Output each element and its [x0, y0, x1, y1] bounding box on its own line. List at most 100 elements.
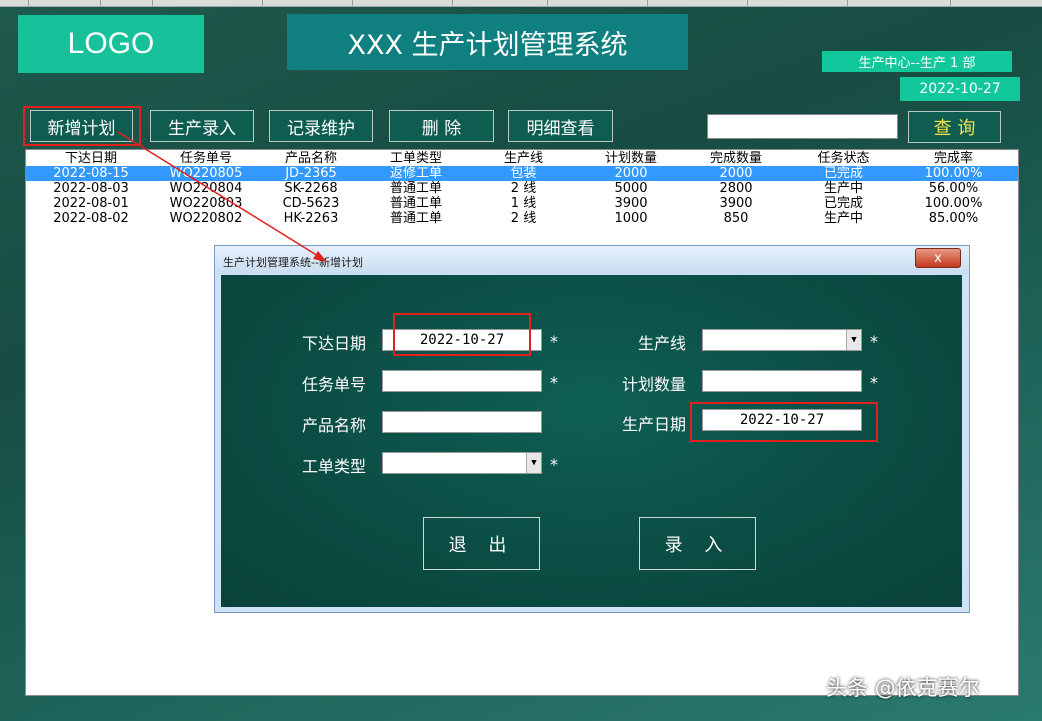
- cell: WO220805: [169, 166, 243, 181]
- new-plan-highlight: [23, 106, 141, 146]
- cell: 2 线: [510, 211, 537, 226]
- page-title: XXX 生产计划管理系统: [287, 14, 688, 70]
- production-line-label: 生产线: [638, 334, 687, 353]
- list-row[interactable]: 2022-08-01 WO220803 CD-5623 普通工单 1 线 390…: [26, 196, 1018, 211]
- watermark: 头条 @依克赛尔: [826, 676, 980, 700]
- column-divider: [950, 0, 951, 6]
- list-row[interactable]: 2022-08-02 WO220802 HK-2263 普通工单 2 线 100…: [26, 211, 1018, 226]
- cell: 普通工单: [389, 196, 442, 211]
- cell: 2 线: [510, 181, 537, 196]
- current-date: 2022-10-27: [900, 77, 1020, 101]
- header-completion-rate: 完成率: [933, 151, 973, 166]
- header-task-no: 任务单号: [179, 151, 232, 166]
- cell: 100.00%: [924, 196, 983, 211]
- column-divider: [100, 0, 101, 6]
- plan-qty-label: 计划数量: [622, 375, 687, 394]
- cell: 返修工单: [389, 166, 442, 181]
- query-button[interactable]: 查 询: [908, 111, 1001, 143]
- header-done-qty: 完成数量: [709, 151, 762, 166]
- app-logo: LOGO: [18, 15, 204, 73]
- required-mark: *: [550, 373, 558, 392]
- spreadsheet-column-strip: [0, 0, 1042, 7]
- cell: 2000: [614, 166, 648, 181]
- column-divider: [262, 0, 263, 6]
- detail-view-button[interactable]: 明细查看: [508, 110, 613, 142]
- cell: 2022-08-15: [53, 166, 129, 181]
- cell: 2022-08-02: [53, 211, 129, 226]
- cell: 3900: [719, 196, 753, 211]
- list-row[interactable]: 2022-08-03 WO220804 SK-2268 普通工单 2 线 500…: [26, 181, 1018, 196]
- cell: 生产中: [823, 211, 863, 226]
- required-mark: *: [870, 373, 878, 392]
- header-issue-date: 下达日期: [64, 151, 117, 166]
- cell: CD-5623: [282, 196, 340, 211]
- cell: 1 线: [510, 196, 537, 211]
- cell: 普通工单: [389, 211, 442, 226]
- product-name-label: 产品名称: [302, 416, 367, 435]
- close-icon[interactable]: x: [915, 248, 961, 268]
- header-product-name: 产品名称: [284, 151, 337, 166]
- cell: 2022-08-01: [53, 196, 129, 211]
- task-no-field[interactable]: [382, 370, 542, 392]
- cell: SK-2268: [284, 181, 338, 196]
- record-maintenance-button[interactable]: 记录维护: [269, 110, 373, 142]
- dialog-title: 生产计划管理系统--新增计划: [223, 256, 363, 269]
- list-header: 下达日期 任务单号 产品名称 工单类型 生产线 计划数量 完成数量 任务状态 完…: [26, 151, 1018, 166]
- cell: 普通工单: [389, 181, 442, 196]
- cell: 5000: [614, 181, 648, 196]
- submit-button[interactable]: 录 入: [639, 517, 756, 570]
- exit-button[interactable]: 退 出: [423, 517, 540, 570]
- production-line-select[interactable]: ▼: [702, 329, 862, 351]
- column-divider: [152, 0, 153, 6]
- delete-button[interactable]: 删 除: [389, 110, 494, 142]
- task-no-label: 任务单号: [302, 375, 367, 394]
- chevron-down-icon[interactable]: ▼: [846, 330, 861, 350]
- plan-qty-field[interactable]: [702, 370, 862, 392]
- header-plan-qty: 计划数量: [604, 151, 657, 166]
- cell: 1000: [614, 211, 648, 226]
- product-name-field[interactable]: [382, 411, 542, 433]
- chevron-down-icon[interactable]: ▼: [526, 453, 541, 473]
- issue-date-highlight: [393, 313, 531, 356]
- search-input[interactable]: [707, 114, 898, 139]
- cell: 56.00%: [928, 181, 979, 196]
- required-mark: *: [870, 332, 878, 351]
- column-divider: [847, 0, 848, 6]
- production-entry-button[interactable]: 生产录入: [150, 110, 254, 142]
- header-status: 任务状态: [817, 151, 870, 166]
- cell: 已完成: [823, 166, 863, 181]
- cell: HK-2263: [283, 211, 339, 226]
- cell: JD-2365: [285, 166, 337, 181]
- cell: 包装: [510, 166, 537, 181]
- order-type-label: 工单类型: [302, 457, 367, 476]
- cell: 生产中: [823, 181, 863, 196]
- cell: WO220803: [169, 196, 243, 211]
- column-divider: [452, 0, 453, 6]
- cell: 已完成: [823, 196, 863, 211]
- cell: 2022-08-03: [53, 181, 129, 196]
- column-divider: [28, 0, 29, 6]
- order-type-select[interactable]: ▼: [382, 452, 542, 474]
- production-date-label: 生产日期: [622, 415, 687, 434]
- required-mark: *: [550, 455, 558, 474]
- header-production-line: 生产线: [503, 151, 543, 166]
- required-mark: *: [550, 332, 558, 351]
- cell: 850: [723, 211, 749, 226]
- cell: 3900: [614, 196, 648, 211]
- cell: WO220804: [169, 181, 243, 196]
- cell: WO220802: [169, 211, 243, 226]
- issue-date-label: 下达日期: [302, 334, 367, 353]
- column-divider: [747, 0, 748, 6]
- cell: 2000: [719, 166, 753, 181]
- list-row[interactable]: 2022-08-15 WO220805 JD-2365 返修工单 包装 2000…: [26, 166, 1018, 181]
- header-order-type: 工单类型: [389, 151, 442, 166]
- dialog-titlebar[interactable]: 生产计划管理系统--新增计划 x: [215, 246, 969, 274]
- column-divider: [647, 0, 648, 6]
- cell: 2800: [719, 181, 753, 196]
- cell: 100.00%: [924, 166, 983, 181]
- column-divider: [547, 0, 548, 6]
- production-date-highlight: [690, 402, 878, 442]
- cell: 85.00%: [928, 211, 979, 226]
- column-divider: [352, 0, 353, 6]
- department-label: 生产中心--生产 1 部: [822, 51, 1012, 72]
